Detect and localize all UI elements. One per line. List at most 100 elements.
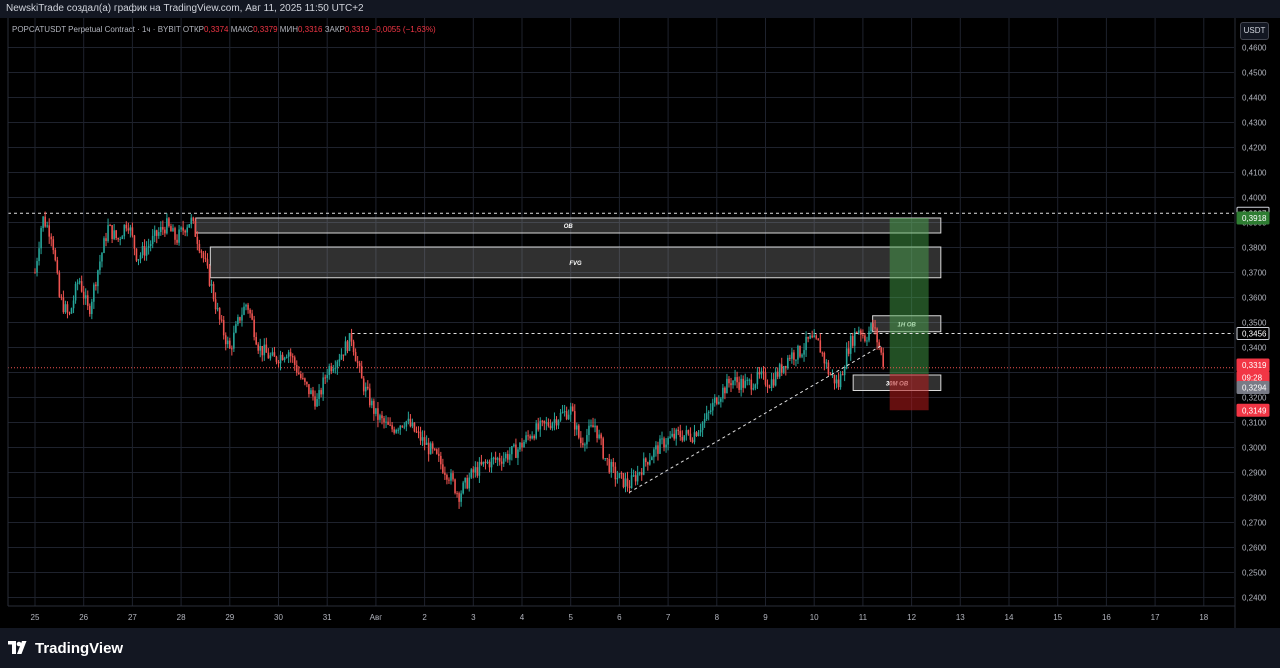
candle-body	[653, 449, 655, 458]
candle-body	[569, 406, 572, 415]
candle-body	[64, 304, 67, 313]
candle-body	[423, 437, 426, 445]
candle-body	[839, 374, 842, 388]
candle-body	[586, 435, 588, 445]
low-value: 0,3316	[297, 25, 323, 34]
candle-body	[389, 424, 391, 426]
x-tick-label: 27	[128, 613, 137, 622]
candle-body	[88, 305, 91, 315]
position-stop-zone	[889, 374, 929, 411]
low-label: МИН	[279, 25, 298, 34]
candle-body	[293, 357, 296, 365]
candle-body	[375, 408, 377, 414]
candle-body	[198, 243, 201, 252]
candle-body	[58, 272, 61, 297]
candle-body	[787, 357, 789, 369]
candle-body	[575, 425, 578, 430]
candle-body	[780, 364, 783, 373]
candle-body	[38, 248, 40, 262]
candle-body	[486, 461, 489, 463]
candle-body	[527, 435, 529, 437]
candle-body	[632, 475, 635, 477]
candle-body	[220, 319, 223, 321]
candle-body	[799, 345, 801, 357]
candle-body	[415, 431, 418, 433]
candle-body	[868, 331, 870, 341]
candle-body	[440, 455, 442, 465]
candle-body	[377, 408, 379, 420]
candle-body	[224, 335, 227, 345]
candle-body	[860, 330, 862, 335]
candle-body	[381, 415, 383, 419]
chart-area[interactable]: OBFVG1H OB30M OB 0,46000,45000,44000,430…	[0, 18, 1280, 628]
candle-body	[880, 347, 882, 353]
candle-body	[671, 433, 673, 437]
candle-body	[679, 431, 682, 438]
candle-body	[502, 458, 505, 464]
candle-body	[56, 260, 59, 273]
x-tick-label: 3	[471, 613, 476, 622]
candle-body	[188, 224, 191, 228]
candle-body	[68, 312, 71, 314]
candle-body	[50, 236, 53, 240]
candle-body	[770, 379, 773, 388]
currency-button[interactable]: USDT	[1240, 22, 1269, 40]
candle-body	[72, 300, 75, 309]
x-tick-label: 13	[956, 613, 965, 622]
candle-body	[271, 352, 274, 356]
candle-body	[592, 425, 594, 428]
candle-body	[113, 230, 115, 239]
price-chart[interactable]: OBFVG1H OB30M OB 0,46000,45000,44000,430…	[0, 18, 1280, 628]
candle-body	[523, 441, 525, 448]
candle-body	[251, 313, 253, 320]
candle-body	[675, 429, 678, 439]
candle-body	[661, 438, 663, 440]
candle-body	[563, 411, 566, 413]
candle-body	[640, 472, 643, 475]
candle-body	[636, 472, 639, 482]
candle-body	[255, 336, 257, 345]
tradingview-logo[interactable]: TradingView	[8, 638, 123, 658]
candle-body	[470, 469, 473, 478]
candle-body	[529, 436, 531, 439]
candle-body	[571, 406, 574, 412]
candle-body	[728, 378, 730, 384]
y-tick-label: 0,3800	[1242, 244, 1267, 253]
candle-body	[807, 336, 809, 339]
candle-body	[452, 473, 454, 480]
candle-body	[78, 281, 81, 283]
candle-body	[133, 235, 136, 249]
candle-body	[740, 378, 742, 390]
candle-body	[537, 423, 540, 430]
candle-body	[797, 345, 799, 360]
candle-body	[778, 364, 781, 377]
candle-body	[517, 449, 519, 458]
candle-body	[823, 352, 826, 364]
candle-body	[634, 475, 637, 482]
candle-body	[107, 225, 109, 242]
candle-body	[295, 364, 298, 373]
symbol-name[interactable]: POPCATUSDT Perpetual Contract · 1ч · BYB…	[12, 25, 181, 34]
candle-body	[407, 418, 410, 422]
candle-body	[82, 291, 85, 299]
candle-body	[882, 352, 884, 367]
candle-body	[515, 444, 517, 458]
candle-body	[261, 345, 264, 356]
candle-body	[498, 458, 501, 462]
candle-body	[596, 425, 598, 439]
footer: TradingView	[0, 628, 1280, 668]
candle-body	[166, 218, 168, 234]
high-label: МАКС	[230, 25, 254, 34]
candle-body	[784, 366, 787, 369]
candle-body	[151, 235, 154, 245]
candle-body	[34, 272, 36, 274]
candle-body	[521, 442, 523, 448]
candle-body	[685, 430, 688, 436]
candle-body	[655, 445, 657, 450]
candle-body	[127, 228, 130, 231]
candle-body	[401, 425, 404, 427]
candle-body	[210, 284, 213, 286]
candle-body	[101, 252, 103, 262]
candle-body	[858, 330, 860, 333]
candle-body	[549, 425, 552, 429]
